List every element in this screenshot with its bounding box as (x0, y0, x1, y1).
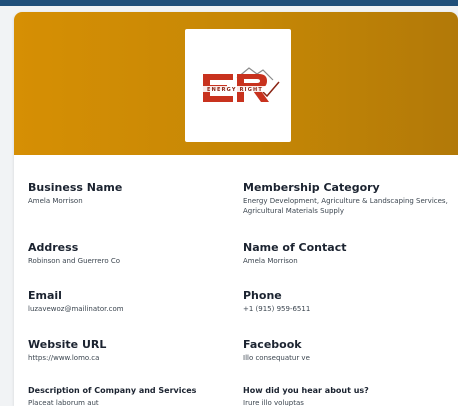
field-value: Placeat laborum aut (28, 399, 99, 406)
field-value: Energy Development, Agriculture & Landsc… (243, 197, 448, 215)
field-facebook: Facebook Illo consequatur ve (243, 338, 453, 363)
field-label: Business Name (28, 181, 123, 194)
field-value: Amela Morrison (28, 197, 83, 205)
field-label: Description of Company and Services (28, 386, 197, 395)
field-how-did-you-hear: How did you hear about us? Irure illo vo… (243, 386, 453, 406)
field-label: Email (28, 289, 62, 302)
field-value: https://www.lomo.ca (28, 354, 100, 362)
field-value: Amela Morrison (243, 257, 298, 265)
profile-banner: ENERGY RIGHT (14, 12, 458, 155)
field-label: Website URL (28, 338, 107, 351)
field-email: Email luzavewoz@mailinator.com (28, 289, 223, 314)
energy-right-logo-icon: ENERGY RIGHT (201, 66, 280, 102)
field-value: luzavewoz@mailinator.com (28, 305, 124, 313)
field-label: Phone (243, 289, 282, 302)
field-value: +1 (915) 959-6511 (243, 305, 311, 313)
field-membership-category: Membership Category Energy Development, … (243, 181, 453, 216)
field-value: Illo consequatur ve (243, 354, 310, 362)
company-logo: ENERGY RIGHT (185, 29, 291, 142)
field-label: Facebook (243, 338, 302, 351)
field-label: Membership Category (243, 181, 380, 194)
field-description: Description of Company and Services Plac… (28, 386, 223, 406)
field-value: Robinson and Guerrero Co (28, 257, 120, 265)
field-label: How did you hear about us? (243, 386, 369, 395)
field-business-name: Business Name Amela Morrison (28, 181, 223, 206)
field-phone: Phone +1 (915) 959-6511 (243, 289, 453, 314)
field-address: Address Robinson and Guerrero Co (28, 241, 223, 266)
member-profile-card: ENERGY RIGHT Business Name Amela Morriso… (14, 12, 458, 406)
field-name-of-contact: Name of Contact Amela Morrison (243, 241, 453, 266)
logo-tagline: ENERGY RIGHT (207, 87, 263, 93)
field-label: Name of Contact (243, 241, 347, 254)
field-label: Address (28, 241, 79, 254)
field-value: Irure illo voluptas (243, 399, 304, 406)
field-website-url: Website URL https://www.lomo.ca (28, 338, 223, 363)
